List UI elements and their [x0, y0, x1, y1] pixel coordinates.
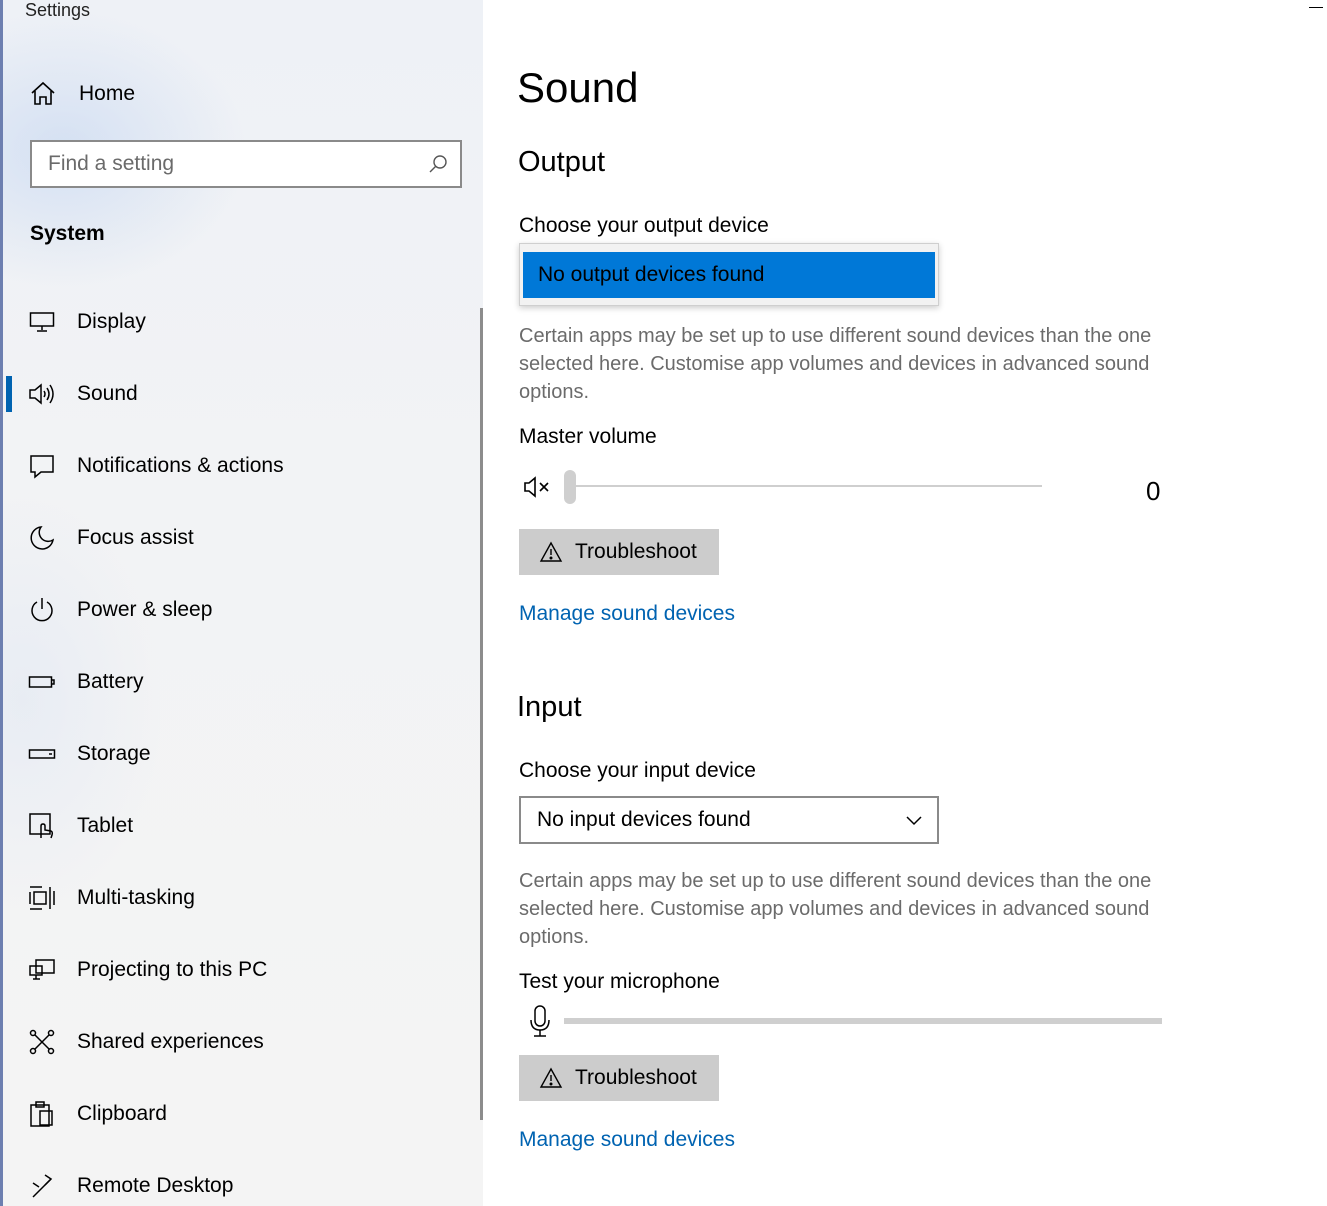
microphone-icon [529, 1004, 551, 1043]
sidebar-item-label: Sound [77, 382, 138, 405]
input-heading: Input [517, 691, 582, 723]
tablet-icon [27, 811, 57, 841]
sidebar-item-sound[interactable]: Sound [3, 358, 479, 430]
storage-icon [27, 739, 57, 769]
clipboard-icon [27, 1099, 57, 1129]
sidebar-item-label: Tablet [77, 814, 134, 837]
sidebar-item-label: Battery [77, 670, 144, 693]
monitor-icon [27, 307, 57, 337]
sidebar-item-focus-assist[interactable]: Focus assist [3, 502, 479, 574]
sidebar-item-power-sleep[interactable]: Power & sleep [3, 574, 479, 646]
troubleshoot-label: Troubleshoot [575, 540, 697, 563]
sidebar-item-notifications[interactable]: Notifications & actions [3, 430, 479, 502]
speaker-icon [27, 379, 57, 409]
output-device-option[interactable]: No output devices found [523, 252, 935, 298]
app-title: Settings [25, 0, 91, 20]
output-device-label: Choose your output device [519, 214, 769, 237]
main-content: Sound Output Choose your output device N… [483, 0, 1327, 1206]
master-volume-slider[interactable] [569, 485, 1042, 487]
input-description: Certain apps may be set up to use differ… [519, 870, 1152, 948]
power-icon [27, 595, 57, 625]
search-input[interactable] [48, 152, 418, 176]
input-device-dropdown[interactable]: No input devices found [519, 796, 939, 844]
sidebar-item-label: Remote Desktop [77, 1174, 234, 1197]
warning-icon [539, 1067, 563, 1089]
sidebar-item-battery[interactable]: Battery [3, 646, 479, 718]
sidebar-item-storage[interactable]: Storage [3, 718, 479, 790]
output-troubleshoot-button[interactable]: Troubleshoot [519, 529, 719, 575]
sidebar-item-label: Projecting to this PC [77, 958, 268, 981]
output-device-dropdown[interactable]: No output devices found [519, 243, 939, 306]
input-troubleshoot-button[interactable]: Troubleshoot [519, 1055, 719, 1101]
moon-icon [27, 523, 57, 553]
master-volume-row: 0 [519, 466, 1179, 510]
sidebar-item-label: Shared experiences [77, 1030, 264, 1053]
minimize-button[interactable] [1309, 7, 1323, 8]
input-device-value: No input devices found [537, 808, 751, 831]
master-volume-label: Master volume [519, 425, 657, 448]
test-microphone-label: Test your microphone [519, 970, 720, 993]
warning-icon [539, 541, 563, 563]
microphone-level-bar [564, 1018, 1162, 1024]
output-heading: Output [518, 146, 606, 178]
page-title: Sound [517, 64, 639, 111]
sidebar-item-label: Display [77, 310, 146, 333]
projecting-icon [27, 955, 57, 985]
home-icon [29, 80, 57, 108]
shared-experiences-icon [27, 1027, 57, 1057]
sidebar-item-shared-experiences[interactable]: Shared experiences [3, 1006, 479, 1078]
sidebar-item-label: Notifications & actions [77, 454, 284, 477]
sidebar-item-multitasking[interactable]: Multi-tasking [3, 862, 479, 934]
microphone-level-row [519, 1002, 1179, 1042]
notification-icon [27, 451, 57, 481]
mute-icon[interactable] [523, 474, 553, 505]
search-box[interactable] [30, 140, 462, 188]
sidebar-item-label: Storage [77, 742, 151, 765]
volume-value: 0 [1146, 476, 1161, 506]
battery-icon [27, 667, 57, 697]
sidebar-item-label: Clipboard [77, 1102, 167, 1125]
sidebar-item-remote-desktop[interactable]: Remote Desktop [3, 1150, 479, 1206]
multitasking-icon [27, 883, 57, 913]
troubleshoot-label: Troubleshoot [575, 1066, 697, 1089]
sidebar-item-label: Focus assist [77, 526, 194, 549]
output-description: Certain apps may be set up to use differ… [519, 325, 1152, 403]
master-volume-thumb[interactable] [564, 470, 576, 504]
section-label-system: System [30, 222, 105, 245]
sidebar-item-clipboard[interactable]: Clipboard [3, 1078, 479, 1150]
home-label: Home [79, 82, 136, 105]
home-nav-item[interactable]: Home [29, 74, 459, 114]
remote-desktop-icon [27, 1171, 57, 1201]
input-device-label: Choose your input device [519, 759, 756, 782]
sidebar: Settings Home System [0, 0, 483, 1206]
sidebar-item-label: Multi-tasking [77, 886, 195, 909]
chevron-down-icon [905, 811, 923, 835]
output-manage-sound-devices-link[interactable]: Manage sound devices [519, 602, 735, 626]
sidebar-item-projecting[interactable]: Projecting to this PC [3, 934, 479, 1006]
sidebar-item-tablet[interactable]: Tablet [3, 790, 479, 862]
sidebar-nav: Display Sound Notifications & actions Fo… [3, 286, 479, 1206]
sidebar-item-display[interactable]: Display [3, 286, 479, 358]
input-manage-sound-devices-link[interactable]: Manage sound devices [519, 1128, 735, 1152]
search-icon[interactable] [428, 154, 448, 179]
sidebar-item-label: Power & sleep [77, 598, 213, 621]
